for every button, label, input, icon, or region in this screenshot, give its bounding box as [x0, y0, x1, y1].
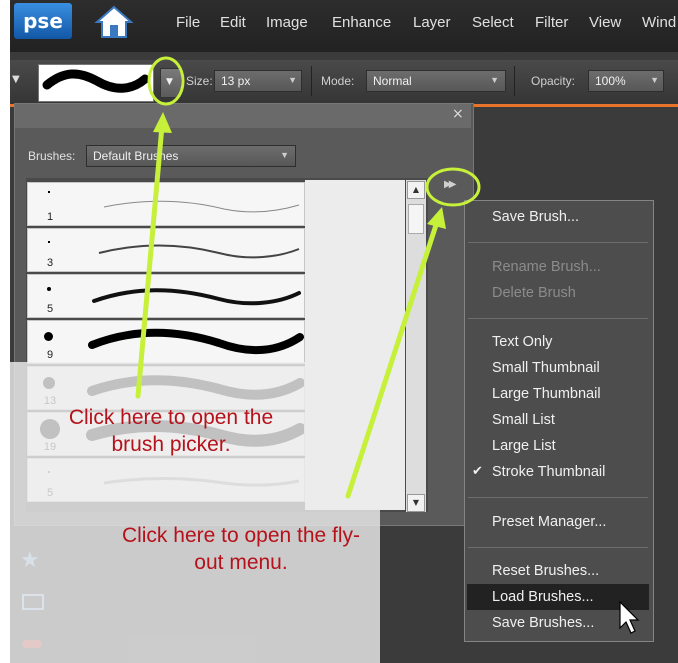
arrow-to-flyout [345, 219, 440, 499]
arrow-head-flyout [427, 207, 446, 229]
highlight-ring-picker [147, 56, 185, 106]
mouse-cursor-icon [619, 600, 640, 634]
arrow-head-picker [153, 112, 172, 133]
arrow-to-picker [135, 123, 165, 399]
highlight-ring-flyout [425, 167, 481, 207]
annotation-layer [135, 56, 640, 634]
